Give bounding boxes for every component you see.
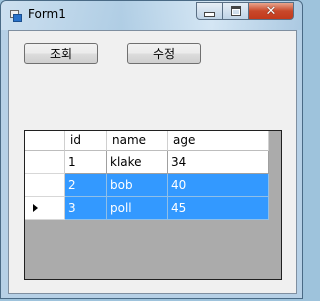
app-icon[interactable] <box>10 10 22 22</box>
query-button[interactable]: 조회 <box>24 43 98 64</box>
grid-corner-header[interactable] <box>25 131 65 151</box>
minimize-button[interactable] <box>196 2 223 20</box>
cell-id[interactable]: 3 <box>65 197 107 220</box>
close-icon: ✕ <box>265 3 277 19</box>
maximize-icon <box>230 6 241 16</box>
form-client-area: 조회 수정 id name age 1 klake 34 2 bob 40 3 … <box>8 30 297 294</box>
column-header-id[interactable]: id <box>65 131 107 151</box>
edit-button[interactable]: 수정 <box>127 43 201 64</box>
cell-name[interactable]: klake <box>107 151 168 174</box>
form-window: Form1 ✕ 조회 수정 id name age 1 klake 34 2 b… <box>0 0 303 299</box>
cell-age[interactable]: 45 <box>168 197 269 220</box>
cell-name[interactable]: poll <box>107 197 168 220</box>
cell-name[interactable]: bob <box>107 174 168 197</box>
current-row-arrow-icon <box>33 204 38 212</box>
column-header-age[interactable]: age <box>168 131 269 151</box>
title-bar[interactable]: Form1 ✕ <box>1 1 302 30</box>
cell-id[interactable]: 2 <box>65 174 107 197</box>
column-header-name[interactable]: name <box>107 131 168 151</box>
close-button[interactable]: ✕ <box>249 2 294 20</box>
data-grid[interactable]: id name age 1 klake 34 2 bob 40 3 poll 4… <box>24 130 282 280</box>
maximize-button[interactable] <box>223 2 249 20</box>
minimize-icon <box>204 11 215 17</box>
cell-age[interactable]: 40 <box>168 174 269 197</box>
window-title: Form1 <box>28 7 66 21</box>
cell-age[interactable]: 34 <box>168 151 269 174</box>
row-header[interactable] <box>25 197 65 220</box>
row-header[interactable] <box>25 174 65 197</box>
row-header[interactable] <box>25 151 65 174</box>
cell-id[interactable]: 1 <box>65 151 107 174</box>
